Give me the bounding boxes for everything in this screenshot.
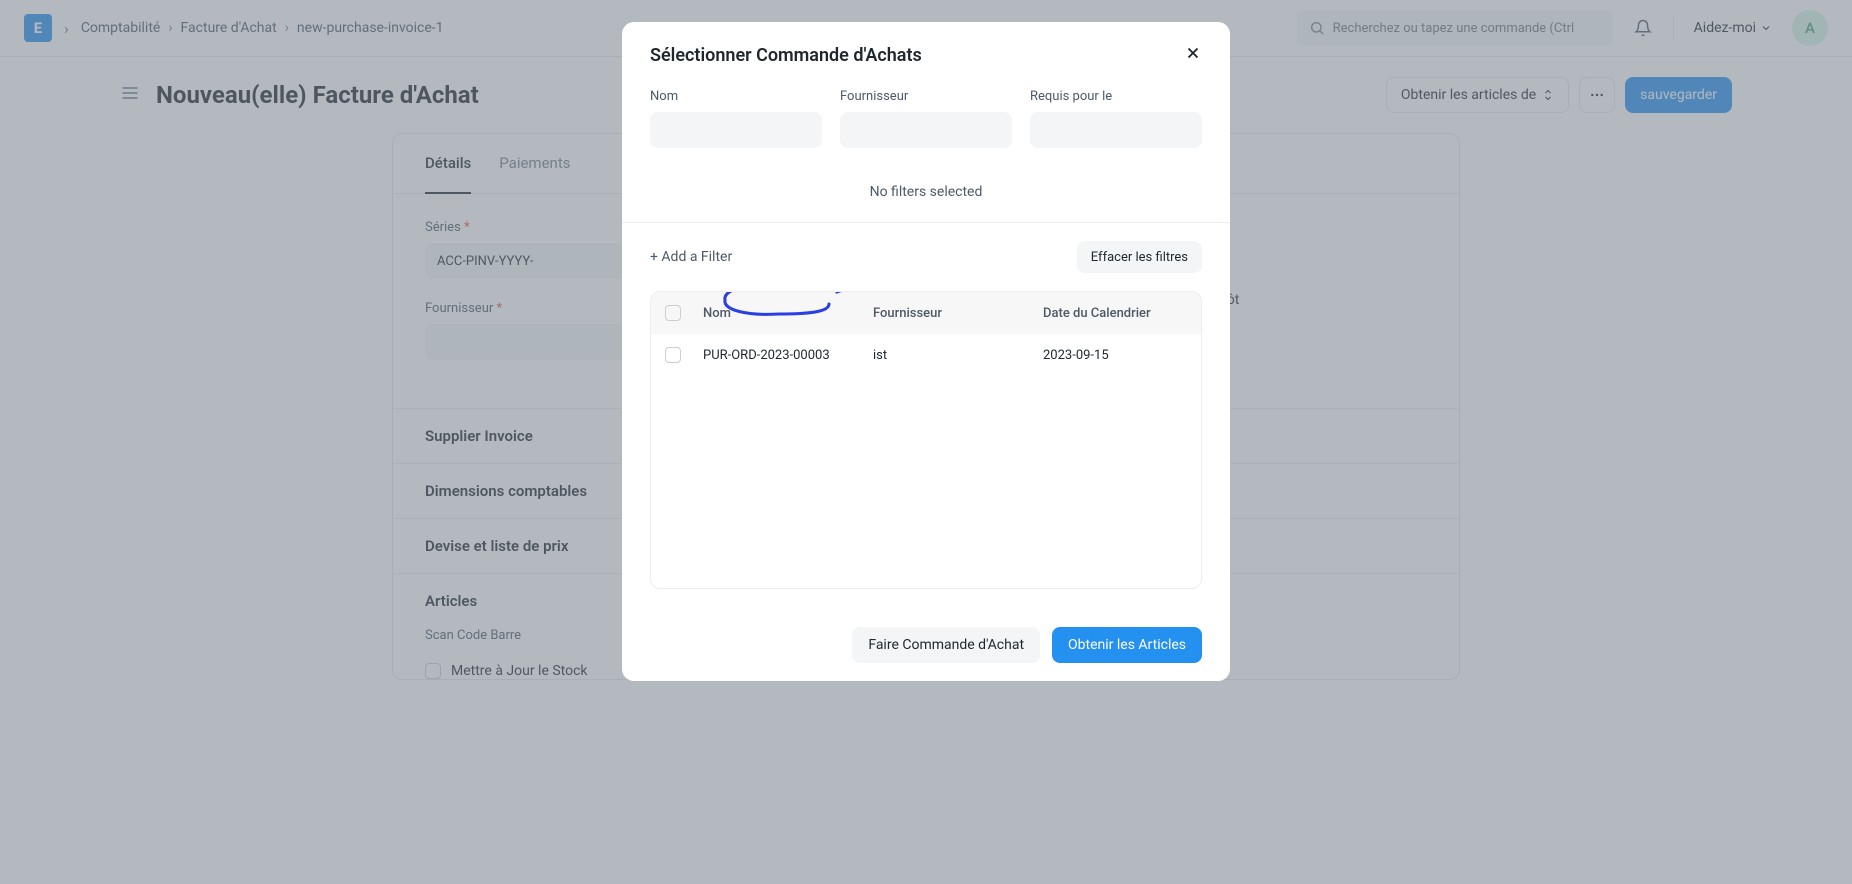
get-items-button[interactable]: Obtenir les Articles xyxy=(1052,627,1202,663)
results-table: Nom Fournisseur Date du Calendrier PUR-O… xyxy=(650,291,1202,589)
select-all-checkbox[interactable] xyxy=(665,305,681,321)
filter-supplier-label: Fournisseur xyxy=(840,89,1012,104)
dialog-header: Sélectionner Commande d'Achats xyxy=(622,22,1230,89)
make-po-button[interactable]: Faire Commande d'Achat xyxy=(852,627,1040,663)
clear-filters-button[interactable]: Effacer les filtres xyxy=(1077,241,1202,273)
filter-required-by: Requis pour le xyxy=(1030,89,1202,148)
row-supplier: ist xyxy=(865,348,1035,363)
filter-name-label: Nom xyxy=(650,89,822,104)
dialog-footer: Faire Commande d'Achat Obtenir les Artic… xyxy=(622,609,1230,681)
modal-overlay[interactable]: Sélectionner Commande d'Achats Nom Fourn… xyxy=(0,0,1852,884)
filter-required-label: Requis pour le xyxy=(1030,89,1202,104)
no-filters-text: No filters selected xyxy=(622,170,1230,223)
add-filter-button[interactable]: + Add a Filter xyxy=(650,249,732,265)
filter-supplier-input[interactable] xyxy=(840,112,1012,148)
filter-name: Nom xyxy=(650,89,822,148)
filter-name-input[interactable] xyxy=(650,112,822,148)
filter-row: Nom Fournisseur Requis pour le xyxy=(650,89,1202,148)
row-name: PUR-ORD-2023-00003 xyxy=(695,348,865,363)
row-checkbox[interactable] xyxy=(665,347,681,363)
dialog-body: Nom Fournisseur Requis pour le No filter… xyxy=(622,89,1230,609)
filter-bar: + Add a Filter Effacer les filtres xyxy=(650,223,1202,291)
col-supplier: Fournisseur xyxy=(865,306,1035,321)
table-row[interactable]: PUR-ORD-2023-00003 ist 2023-09-15 xyxy=(651,334,1201,376)
col-date: Date du Calendrier xyxy=(1035,306,1201,321)
dialog-title: Sélectionner Commande d'Achats xyxy=(650,45,922,66)
filter-supplier: Fournisseur xyxy=(840,89,1012,148)
table-header: Nom Fournisseur Date du Calendrier xyxy=(651,292,1201,334)
dialog-select-po: Sélectionner Commande d'Achats Nom Fourn… xyxy=(622,22,1230,681)
row-date: 2023-09-15 xyxy=(1035,348,1201,363)
close-icon[interactable] xyxy=(1184,44,1202,67)
filter-required-input[interactable] xyxy=(1030,112,1202,148)
col-name: Nom xyxy=(695,306,865,321)
